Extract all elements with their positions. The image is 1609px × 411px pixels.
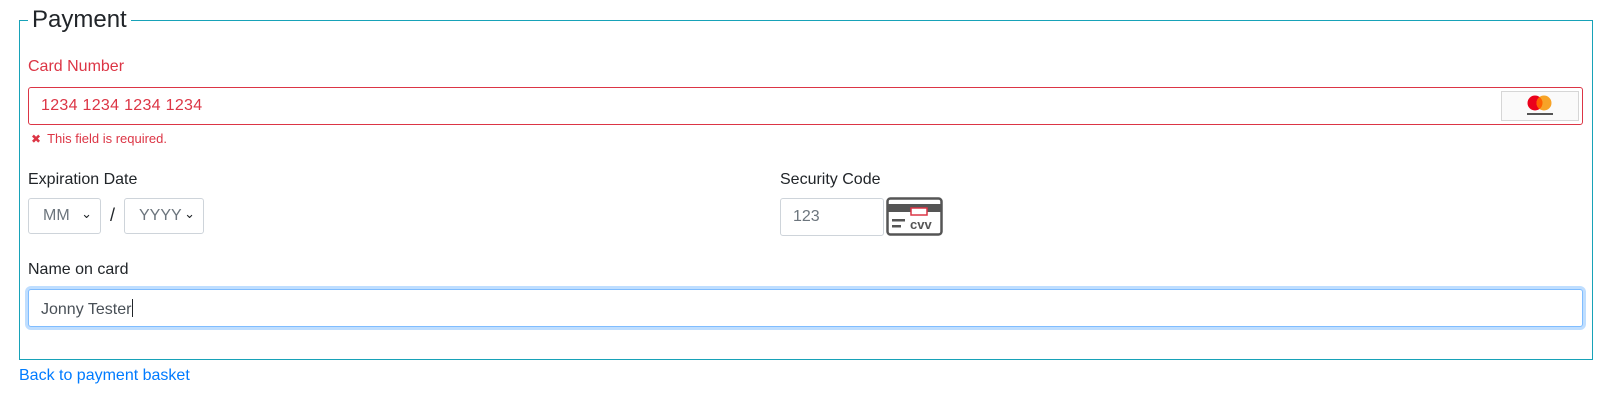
card-number-error: ✖ This field is required.: [31, 131, 167, 147]
security-code-input[interactable]: 123: [780, 198, 884, 236]
name-on-card-value: Jonny Tester: [41, 299, 134, 318]
cvv-icon-text: cvv: [910, 217, 932, 232]
text-caret: [132, 299, 134, 317]
chevron-down-icon: ⌄: [184, 206, 195, 221]
card-number-input[interactable]: 1234 1234 1234 1234: [28, 87, 1583, 125]
security-code-placeholder: 123: [793, 208, 820, 225]
expiration-month-value: MM: [43, 207, 70, 224]
expiration-month-select[interactable]: MM ⌄: [28, 198, 101, 234]
chevron-down-icon: ⌄: [81, 206, 92, 221]
name-on-card-input[interactable]: Jonny Tester: [28, 289, 1583, 327]
cvv-card-icon: cvv: [886, 197, 943, 241]
back-to-payment-basket-link[interactable]: Back to payment basket: [19, 366, 190, 386]
payment-fieldset: Payment Card Number 1234 1234 1234 1234 …: [19, 5, 1593, 360]
security-code-label: Security Code: [780, 171, 881, 188]
mastercard-icon: [1501, 91, 1579, 121]
x-icon: ✖: [31, 132, 42, 146]
name-on-card-label: Name on card: [28, 261, 129, 278]
expiration-separator: /: [110, 205, 116, 225]
expiration-year-select[interactable]: YYYY ⌄: [124, 198, 204, 234]
card-number-error-text: This field is required.: [47, 131, 168, 146]
card-number-label: Card Number: [28, 58, 125, 75]
card-number-value: 1234 1234 1234 1234: [41, 97, 203, 114]
expiration-year-value: YYYY: [139, 207, 182, 224]
payment-legend: Payment: [28, 5, 131, 35]
expiration-date-label: Expiration Date: [28, 171, 138, 188]
